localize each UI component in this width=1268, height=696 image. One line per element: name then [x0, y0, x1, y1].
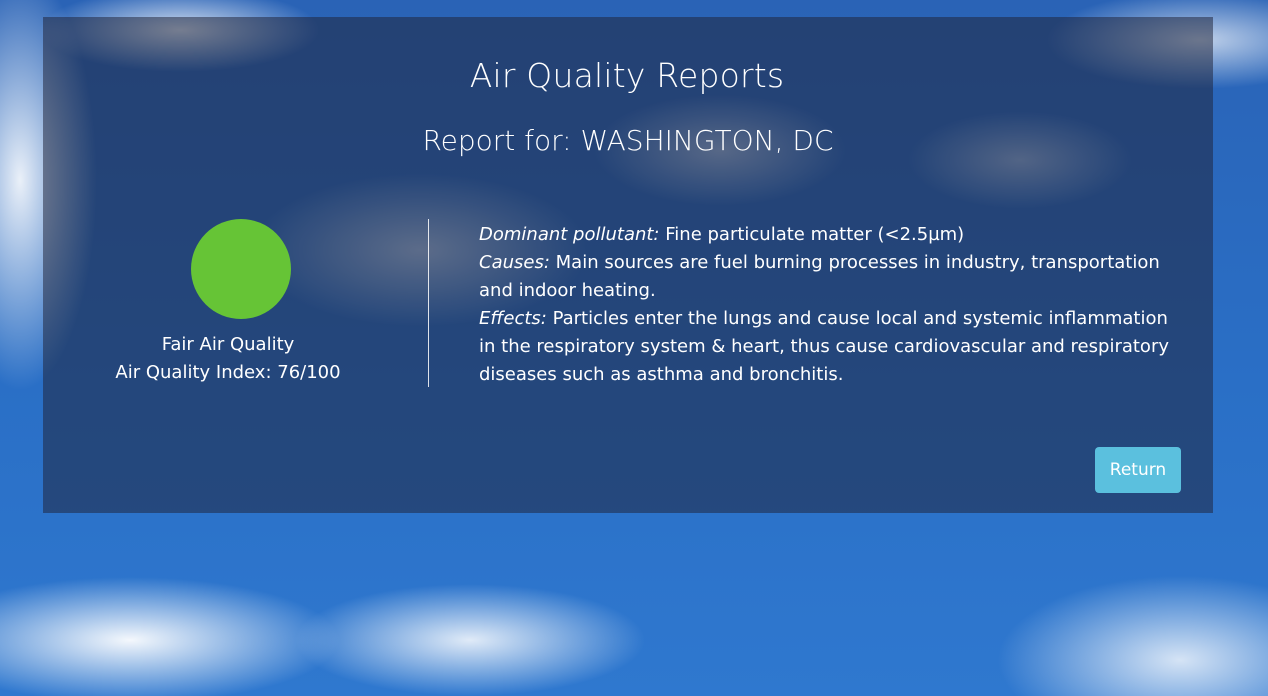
effects-label: Effects: — [479, 308, 547, 329]
report-prefix: Report for: — [422, 124, 581, 157]
pollutant-details: Dominant pollutant: Fine particulate mat… — [479, 221, 1179, 389]
air-quality-summary: Fair Air Quality Air Quality Index: 76/1… — [100, 331, 356, 387]
dominant-pollutant: Dominant pollutant: Fine particulate mat… — [479, 221, 1179, 249]
effects: Effects: Particles enter the lungs and c… — [479, 305, 1179, 389]
causes: Causes: Main sources are fuel burning pr… — [479, 249, 1179, 305]
causes-label: Causes: — [479, 252, 550, 273]
air-quality-indicator-circle — [191, 219, 291, 319]
report-city: WASHINGTON, DC — [580, 124, 834, 157]
air-quality-index: Air Quality Index: 76/100 — [115, 362, 341, 383]
dominant-pollutant-value: Fine particulate matter (<2.5µm) — [659, 224, 965, 245]
report-location-heading: Report for: WASHINGTON, DC — [0, 124, 1256, 157]
causes-value: Main sources are fuel burning processes … — [479, 252, 1160, 301]
effects-value: Particles enter the lungs and cause loca… — [479, 308, 1169, 385]
page-title: Air Quality Reports — [469, 56, 785, 95]
return-button[interactable]: Return — [1095, 447, 1181, 493]
vertical-divider — [428, 219, 429, 387]
air-quality-label: Fair Air Quality — [161, 334, 295, 355]
dominant-pollutant-label: Dominant pollutant: — [479, 224, 660, 245]
